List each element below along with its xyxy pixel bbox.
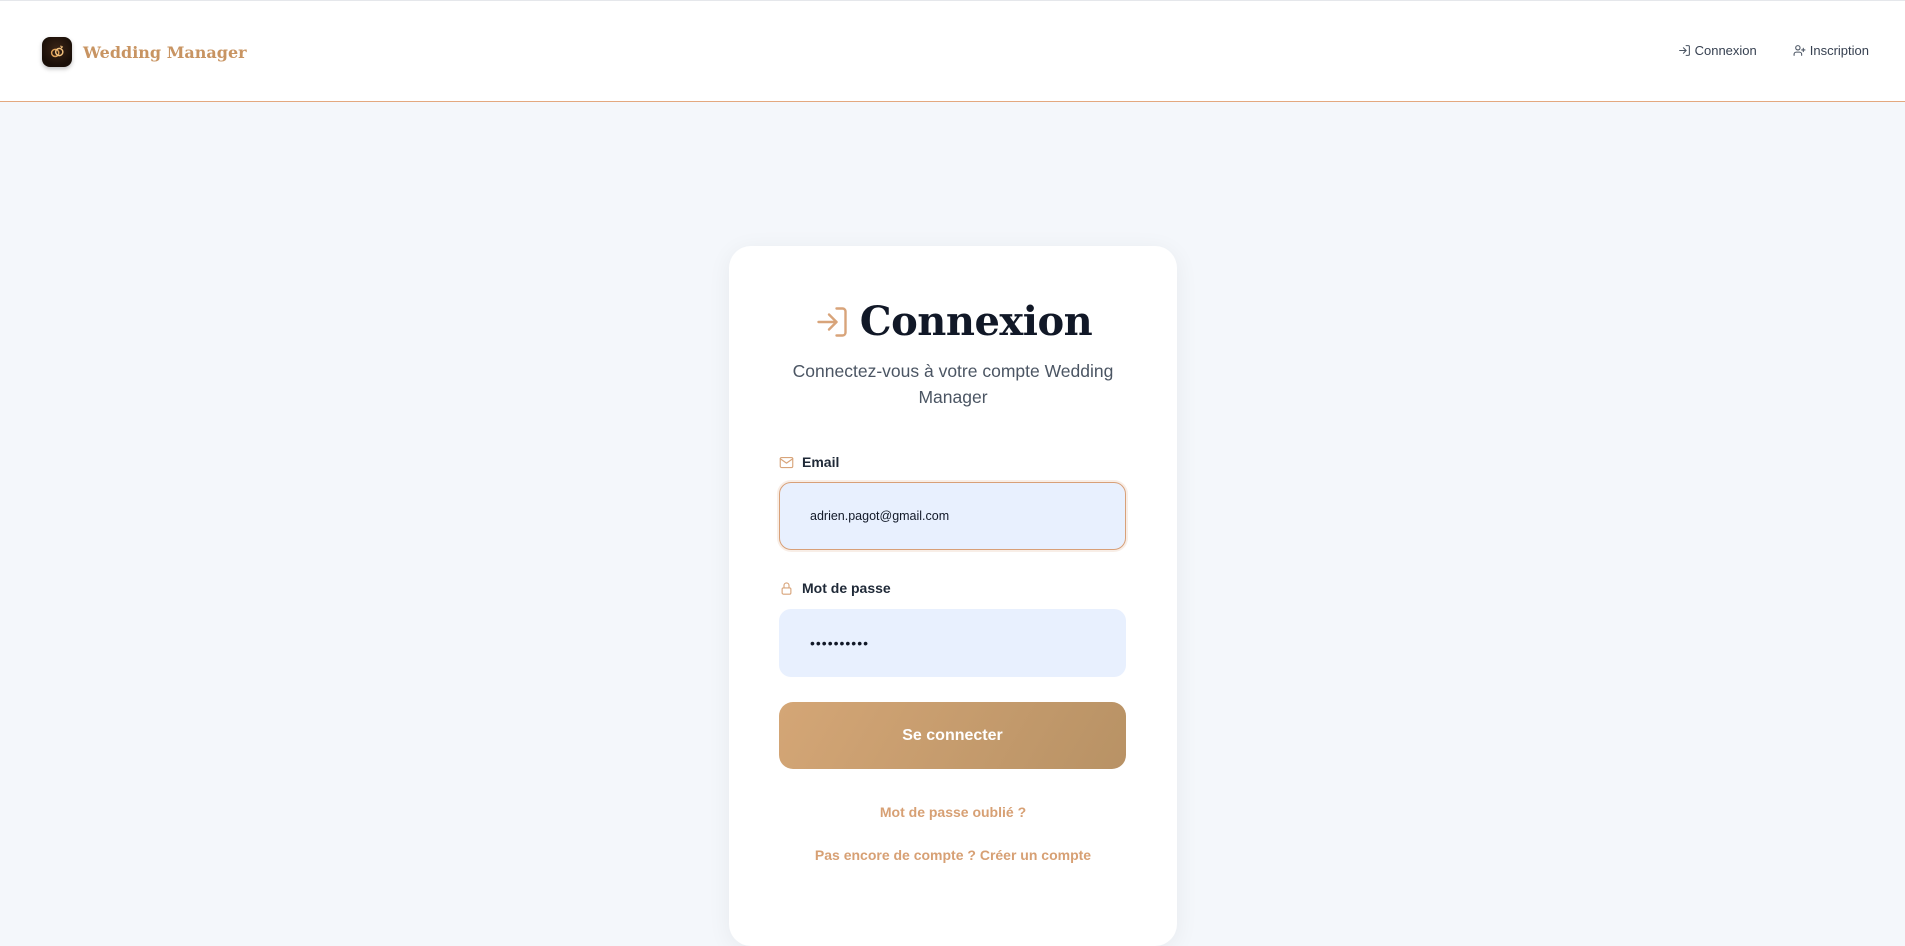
login-icon [817,306,847,337]
wedding-rings-logo-icon [42,37,72,67]
nav-login-label: Connexion [1694,43,1757,58]
mail-icon [779,456,794,468]
forgot-password-link[interactable]: Mot de passe oublié ? [729,804,1177,820]
lock-icon [781,581,792,595]
create-account-link[interactable]: Pas encore de compte ? Créer un compte [729,847,1177,863]
login-submit-button[interactable]: Se connecter [779,702,1126,769]
password-label-text: Mot de passe [802,580,891,596]
nav-login-link[interactable]: Connexion [1678,43,1757,58]
page-title: Connexion [859,298,1093,345]
user-plus-icon [1793,45,1806,56]
password-label: Mot de passe [779,580,891,596]
nav-register-label: Inscription [1809,43,1869,58]
brand-home-link[interactable]: Wedding Manager [42,37,247,67]
page-subtitle: Connectez-vous à votre compte Wedding Ma… [792,361,1114,407]
brand-name: Wedding Manager [83,42,247,62]
header-nav: Connexion Inscription [1678,43,1869,58]
email-input[interactable] [779,482,1126,550]
login-heading: Connexion [729,298,1177,345]
email-label: Email [779,454,839,470]
login-card: Connexion Connectez-vous à votre compte … [729,246,1177,946]
nav-register-link[interactable]: Inscription [1793,43,1869,58]
password-input[interactable] [779,609,1126,677]
email-label-text: Email [802,454,840,470]
login-icon [1678,45,1690,56]
top-navbar: Wedding Manager Connexion Inscription [0,0,1905,102]
